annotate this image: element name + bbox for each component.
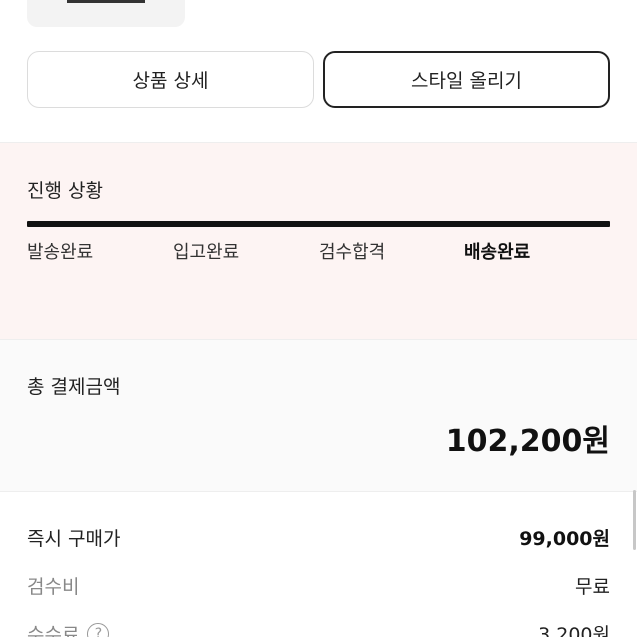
price-row-label: 즉시 구매가 bbox=[27, 528, 121, 550]
price-row-label: 검수비 bbox=[27, 576, 80, 598]
product-detail-button[interactable]: 상품 상세 bbox=[27, 51, 314, 108]
scrollbar[interactable] bbox=[633, 490, 636, 550]
price-row-inspection-fee: 검수비 무료 bbox=[27, 572, 610, 599]
total-payment-amount: 102,200원 bbox=[445, 424, 610, 459]
price-row-label: 수수료 bbox=[27, 624, 80, 637]
product-image-fragment bbox=[67, 0, 145, 3]
order-detail-page: 상품 상세 스타일 올리기 진행 상황 발송완료 입고완료 검수합격 배송완료 … bbox=[0, 0, 637, 637]
progress-bar bbox=[27, 221, 610, 227]
total-payment-title: 총 결제금액 bbox=[27, 376, 121, 398]
price-row-instant-buy: 즉시 구매가 99,000원 bbox=[27, 524, 610, 551]
progress-title: 진행 상황 bbox=[27, 180, 103, 202]
product-thumbnail[interactable] bbox=[27, 0, 185, 27]
help-icon[interactable]: ? bbox=[87, 622, 110, 637]
price-row-label-wrap: 수수료 ? bbox=[27, 620, 110, 637]
price-row-value: 3,200원 bbox=[538, 624, 610, 637]
total-payment-section: 총 결제금액 102,200원 bbox=[0, 340, 637, 492]
price-row-value: 무료 bbox=[575, 576, 610, 598]
step-delivered: 배송완료 bbox=[464, 242, 531, 263]
upload-style-button[interactable]: 스타일 올리기 bbox=[323, 51, 610, 108]
price-row-commission: 수수료 ? 3,200원 bbox=[27, 620, 610, 637]
step-shipped: 발송완료 bbox=[27, 242, 94, 263]
price-row-value: 99,000원 bbox=[519, 528, 610, 550]
step-inspection-passed: 검수합격 bbox=[319, 242, 386, 263]
progress-section: 진행 상황 발송완료 입고완료 검수합격 배송완료 bbox=[0, 142, 637, 340]
step-received: 입고완료 bbox=[173, 242, 240, 263]
